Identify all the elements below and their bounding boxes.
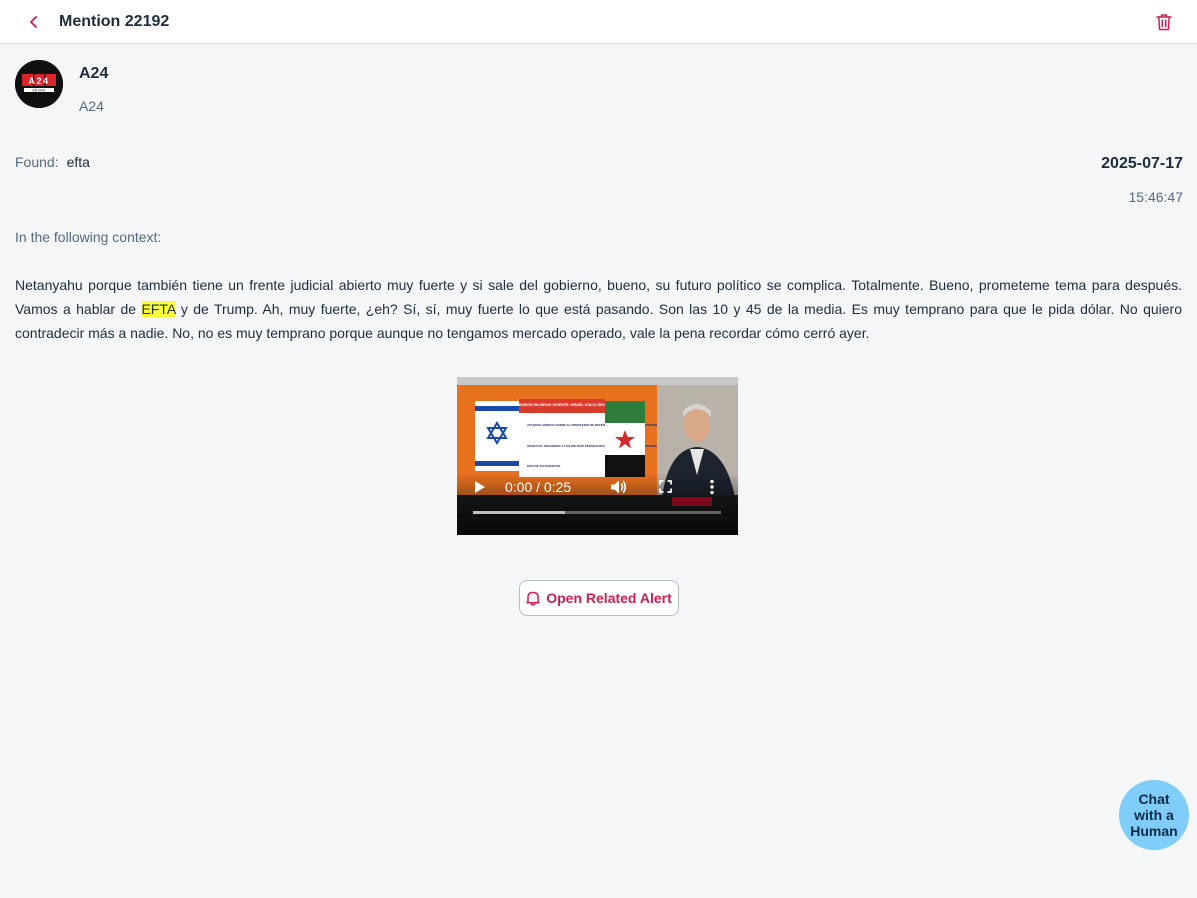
video-overlay-item-1: ATAQUES AÉREOS SOBRE EL MINISTERIO DE DE… [527, 422, 667, 427]
svg-text:EN VIVO: EN VIVO [33, 88, 46, 92]
delete-button[interactable] [1153, 11, 1175, 33]
a24-logo: A24 EN VIVO [15, 60, 63, 108]
chat-with-human-label: Chat with a Human [1130, 791, 1178, 839]
volume-icon [611, 480, 627, 494]
video-progress-bar[interactable] [473, 511, 721, 514]
mention-date: 2025-07-17 [1101, 155, 1183, 172]
open-related-alert-label: Open Related Alert [546, 590, 672, 606]
found-term: efta [66, 154, 90, 170]
bell-icon [526, 591, 540, 606]
video-controls [457, 473, 738, 535]
found-label: Found: [15, 154, 59, 170]
fullscreen-icon [659, 480, 672, 493]
video-overlay-item-2: OBJETIVO: DEFENDER A LOS DRUSOS PERSEGUI… [527, 444, 668, 448]
mention-time: 15:46:47 [1128, 189, 1184, 205]
play-icon [475, 481, 485, 493]
svg-text:A24: A24 [28, 76, 49, 86]
highlighted-keyword: EFTA [141, 301, 176, 317]
chevron-left-icon [30, 16, 37, 28]
video-overlay-item-3: MÁS DE 300 MUERTOS [527, 463, 560, 468]
more-options-button[interactable] [709, 479, 715, 500]
page-title: Mention 22192 [59, 13, 170, 30]
more-vertical-icon [710, 479, 714, 495]
context-label: In the following context: [15, 229, 162, 245]
author-avatar: A24 EN VIVO [15, 60, 63, 108]
back-button[interactable] [24, 12, 44, 32]
context-text: Netanyahu porque también tiene un frente… [15, 273, 1182, 345]
video-progress-fill [473, 511, 565, 514]
found-row: Found: efta [15, 154, 90, 170]
author-handle: A24 [79, 98, 104, 114]
author-name: A24 [79, 65, 109, 82]
volume-button[interactable] [610, 479, 627, 500]
video-overlay-title: TENSIÓN EN MEDIO ORIENTE: ISRAEL ATACÓ S… [517, 402, 608, 407]
fullscreen-button[interactable] [659, 480, 672, 498]
video-time: 0:00 / 0:25 [505, 479, 572, 495]
context-text-after: y de Trump. Ah, muy fuerte, ¿eh? Sí, sí,… [15, 301, 1182, 341]
open-related-alert-button[interactable]: Open Related Alert [519, 580, 679, 616]
play-button[interactable] [474, 480, 486, 499]
top-bar: Mention 22192 [0, 0, 1197, 44]
trash-icon [1156, 14, 1172, 31]
chat-with-human-button[interactable]: Chat with a Human [1119, 780, 1189, 850]
video-player[interactable]: TENSIÓN EN MEDIO ORIENTE: ISRAEL ATACÓ S… [457, 377, 738, 535]
